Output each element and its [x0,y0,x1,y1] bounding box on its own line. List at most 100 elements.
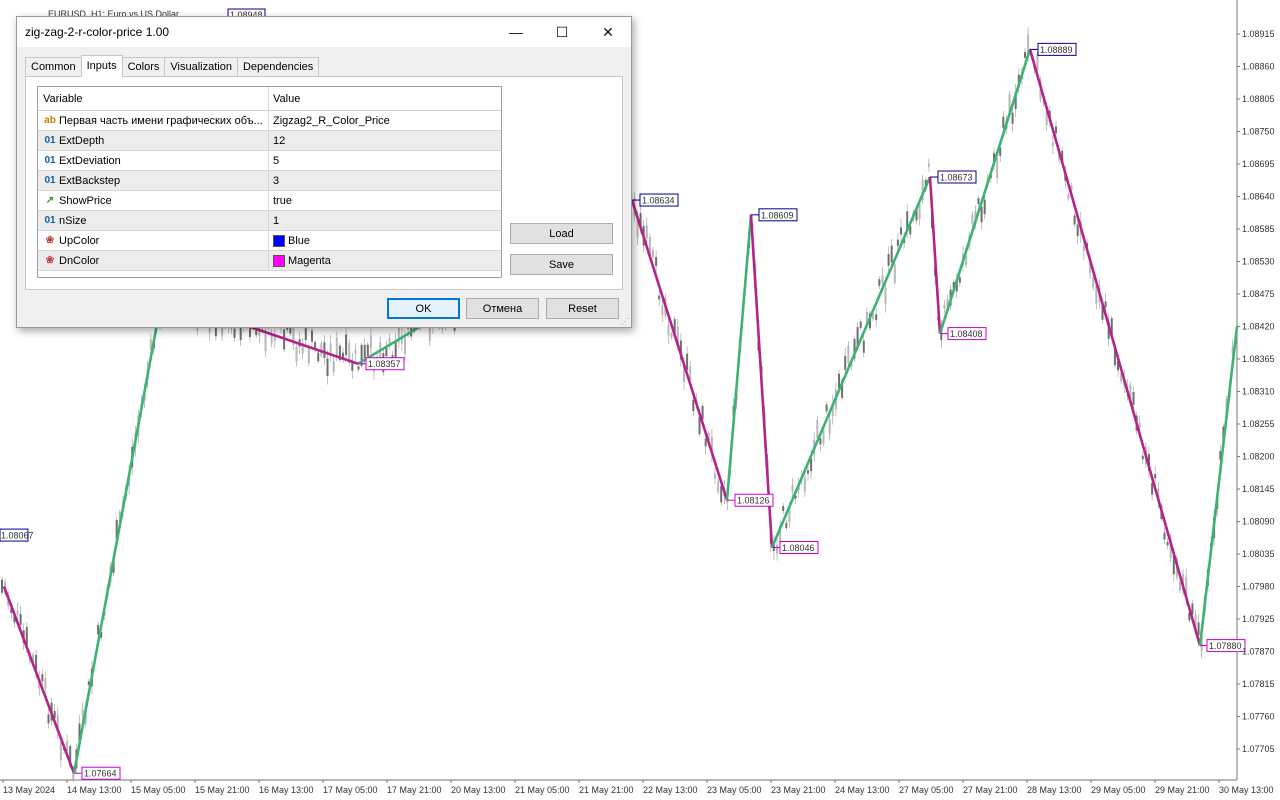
input-row[interactable]: 01 ExtDeviation 5 [38,151,501,171]
value-text[interactable]: Blue [288,235,310,247]
value-text[interactable]: Zigzag2_R_Color_Price [273,115,390,127]
value-text[interactable]: 1 [273,215,279,227]
candle-body [44,678,47,689]
zigzag-down-segment [1028,49,1202,646]
candle-body [658,295,661,300]
price-scale-label: 1.07870 [1242,647,1275,657]
input-row[interactable]: ab Первая часть имени графических объ... Z… [38,111,501,131]
price-scale-label: 1.08200 [1242,452,1275,462]
price-scale-label: 1.07815 [1242,679,1275,689]
int-icon: 01 [44,135,56,146]
value-cell[interactable]: true [270,191,501,210]
candle-body [335,337,338,356]
candle-body [295,346,298,363]
indicator-properties-dialog: zig-zag-2-r-color-price 1.00 — ☐ ✕ Commo… [16,16,632,328]
variable-name: ExtBackstep [59,174,121,187]
variable-cell: 01 nSize [38,211,269,230]
column-header-value[interactable]: Value [270,87,501,110]
resize-grip-icon[interactable]: ⋰ [621,317,629,326]
tab-dependencies[interactable]: Dependencies [236,57,320,77]
value-cell[interactable]: 3 [270,171,501,190]
zigzag-high-label: 1.08673 [940,173,973,183]
candle-body [1163,532,1166,540]
value-cell[interactable]: Blue [270,231,501,250]
price-scale-label: 1.08530 [1242,257,1275,267]
candle-body [323,342,326,358]
inputs-grid: Variable Value ab Первая часть имени граф… [37,86,502,278]
input-row[interactable]: ❀ DnColor Magenta [38,251,501,271]
color-swatch[interactable] [273,234,285,247]
candle-body [803,477,806,492]
price-scale-label: 1.08915 [1242,29,1275,39]
candle-body [661,305,664,315]
tab-visualization[interactable]: Visualization [164,57,238,77]
variable-cell: ↗ ShowPrice [38,191,269,210]
input-row[interactable]: ↗ ShowPrice true [38,191,501,211]
time-scale-label: 21 May 21:00 [579,785,634,795]
value-text[interactable]: Magenta [288,255,331,267]
value-text[interactable]: true [273,195,292,207]
price-scale-label: 1.08145 [1242,484,1275,494]
dialog-titlebar[interactable]: zig-zag-2-r-color-price 1.00 — ☐ ✕ [17,17,631,47]
time-scale-label: 23 May 05:00 [707,785,762,795]
maximize-icon[interactable]: ☐ [539,17,585,47]
tab-common[interactable]: Common [25,57,82,77]
value-text[interactable]: 3 [273,175,279,187]
candle-body [776,544,778,554]
input-row[interactable]: 01 ExtBackstep 3 [38,171,501,191]
value-text[interactable]: 12 [273,135,285,147]
ok-button[interactable]: OK [387,298,460,319]
value-cell[interactable]: 12 [270,131,501,150]
candle-body [311,330,313,342]
cancel-button[interactable]: Отмена [466,298,539,319]
candle-body [717,480,720,493]
candle-body [692,399,695,412]
candle-body [791,485,794,492]
time-scale-label: 27 May 21:00 [963,785,1018,795]
input-row[interactable]: 01 ExtDepth 12 [38,131,501,151]
column-header-variable[interactable]: Variable [38,87,269,110]
candle-body [1024,52,1026,58]
color-swatch[interactable] [273,254,285,267]
time-scale-label: 20 May 13:00 [451,785,506,795]
candle-body [896,239,899,246]
price-scale-label: 1.07760 [1242,712,1275,722]
time-scale-label: 22 May 13:00 [643,785,698,795]
left-edge-price-label: 1.08067 [1,531,34,541]
candle-body [304,328,307,341]
minimize-icon[interactable]: — [493,17,539,47]
price-scale-label: 1.08365 [1242,354,1275,364]
input-row[interactable]: ❀ UpColor Blue [38,231,501,251]
zigzag-high-label: 1.08889 [1040,45,1073,55]
tab-inputs[interactable]: Inputs [80,55,123,77]
value-cell[interactable]: Zigzag2_R_Color_Price [270,111,501,130]
input-row[interactable]: 01 nSize 1 [38,211,501,231]
price-scale-label: 1.08750 [1242,127,1275,137]
reset-button[interactable]: Reset [546,298,619,319]
candle-body [16,610,19,615]
candle-body [943,304,946,309]
candle-body [887,254,890,266]
price-scale-label: 1.08475 [1242,289,1275,299]
candle-body [320,343,323,356]
candle-body [958,277,961,283]
candle-body [1055,126,1057,134]
tab-colors[interactable]: Colors [121,57,166,77]
time-scale-label: 16 May 13:00 [259,785,314,795]
candle-body [1011,112,1014,124]
time-scale-label: 21 May 05:00 [515,785,570,795]
int-icon: 01 [44,155,56,166]
load-button[interactable]: Load [510,223,613,244]
value-cell[interactable]: Magenta [270,251,501,270]
candle-body [1104,301,1107,308]
candle-body [1154,474,1157,479]
save-button[interactable]: Save [510,254,613,275]
value-text[interactable]: 5 [273,155,279,167]
variable-name: ShowPrice [59,194,112,207]
variable-name: DnColor [59,254,100,267]
candle-body [847,345,850,364]
variable-cell: ab Первая часть имени графических объ... [38,111,269,130]
value-cell[interactable]: 1 [270,211,501,230]
value-cell[interactable]: 5 [270,151,501,170]
close-icon[interactable]: ✕ [585,17,631,47]
